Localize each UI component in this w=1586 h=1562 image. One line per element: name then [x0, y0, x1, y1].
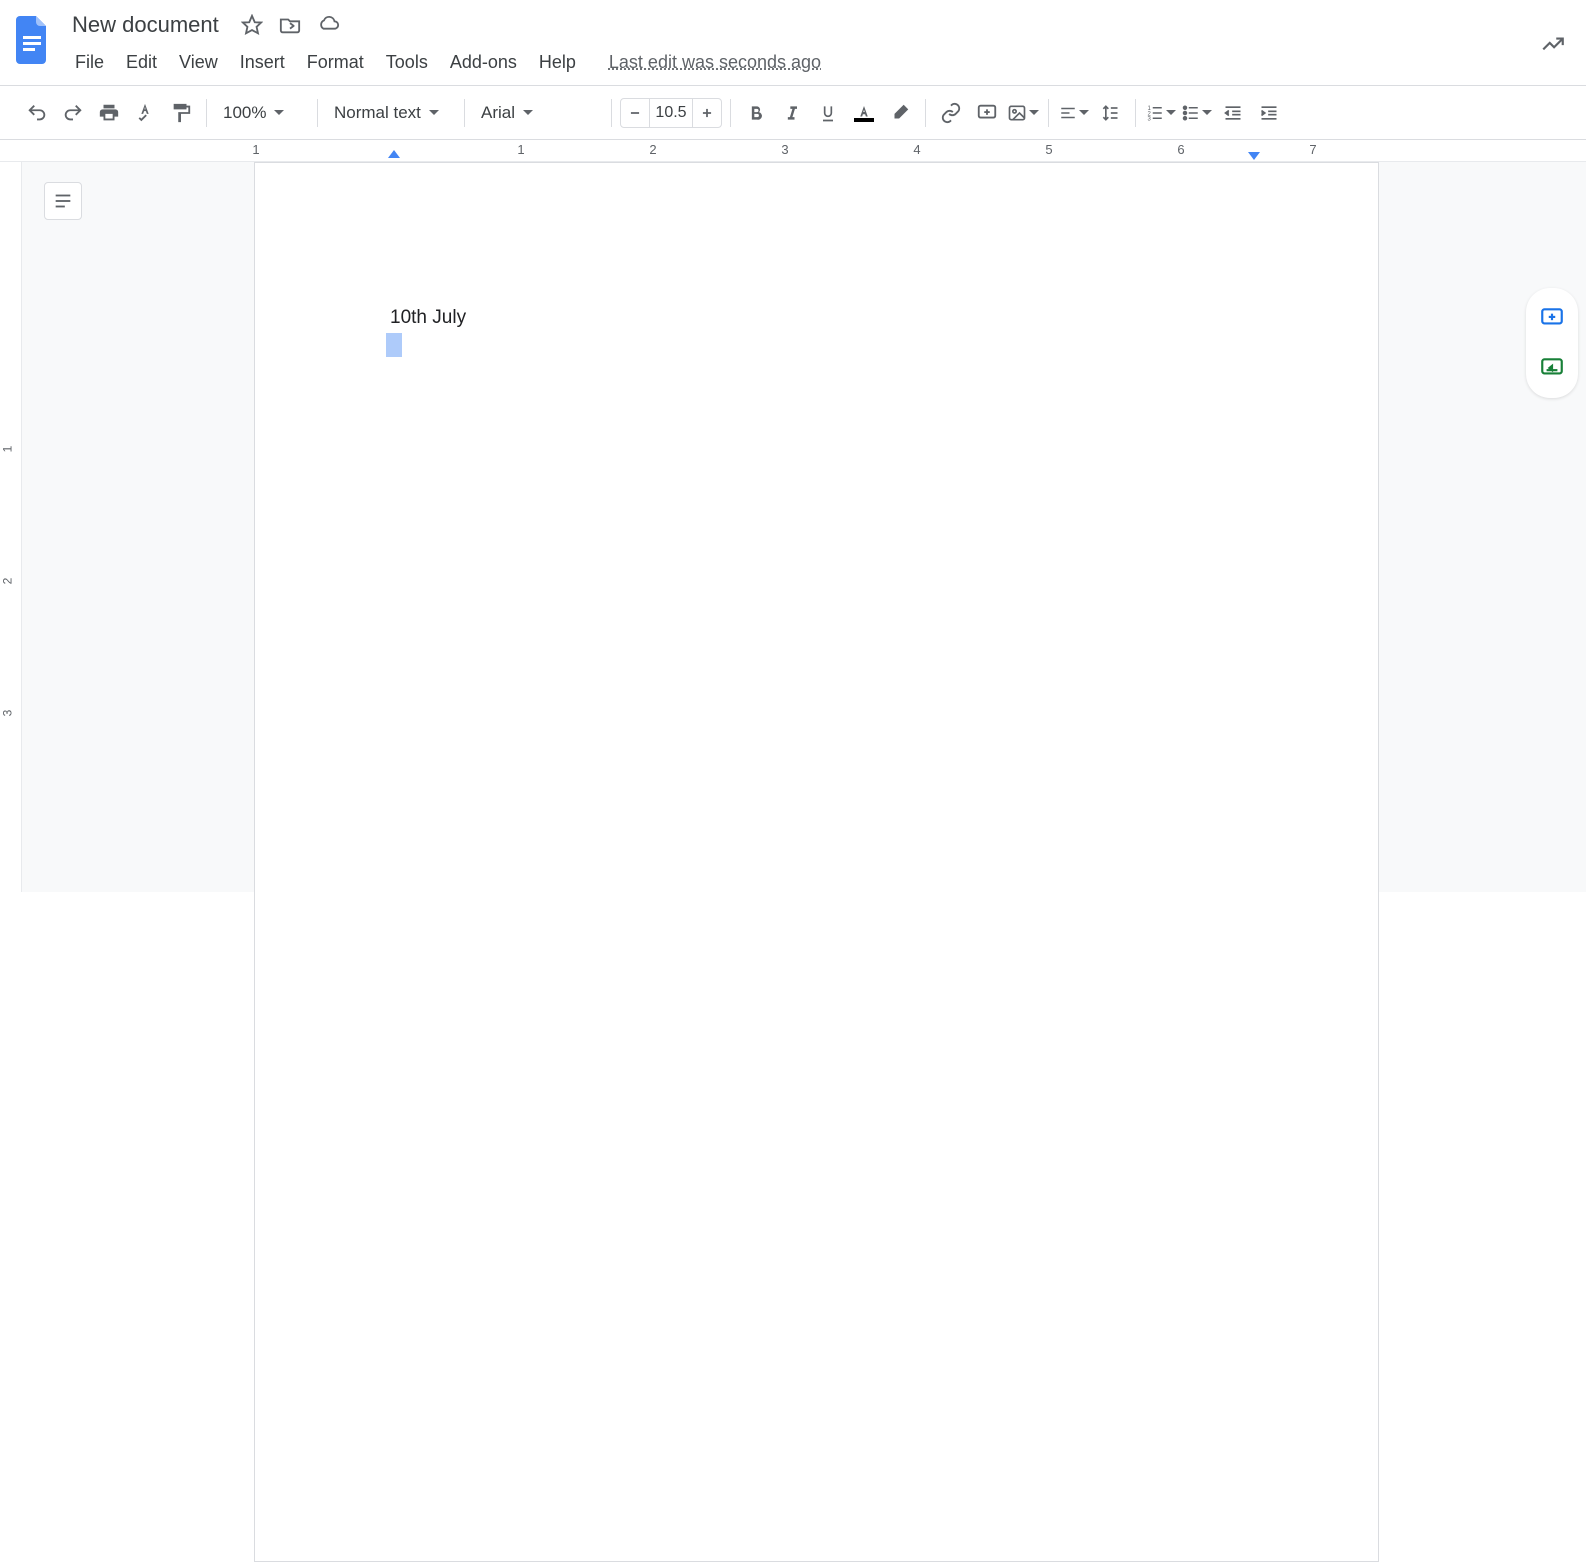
- activity-icon[interactable]: [1532, 23, 1574, 70]
- menu-view[interactable]: View: [170, 48, 227, 77]
- increase-indent-button[interactable]: [1252, 96, 1286, 130]
- zoom-select[interactable]: 100%: [215, 96, 309, 130]
- menu-format[interactable]: Format: [298, 48, 373, 77]
- left-indent-marker[interactable]: [388, 150, 400, 158]
- chevron-down-icon: [1166, 110, 1176, 115]
- ruler-number: 1: [517, 142, 524, 157]
- last-edit-link[interactable]: Last edit was seconds ago: [609, 52, 821, 73]
- text-run: July: [427, 307, 466, 328]
- menu-bar: File Edit View Insert Format Tools Add-o…: [66, 48, 1532, 77]
- toolbar-separator: [206, 99, 207, 127]
- font-size-input[interactable]: [649, 99, 693, 127]
- vertical-ruler[interactable]: 1 2 3: [0, 162, 22, 892]
- text-color-button[interactable]: [847, 96, 881, 130]
- numbered-list-button[interactable]: 123: [1144, 96, 1178, 130]
- add-comment-button[interactable]: [970, 96, 1004, 130]
- text-selection: [386, 333, 402, 357]
- document-page[interactable]: 10th July: [254, 162, 1379, 1562]
- print-button[interactable]: [92, 96, 126, 130]
- bold-button[interactable]: [739, 96, 773, 130]
- ruler-number: 6: [1177, 142, 1184, 157]
- toolbar-separator: [1048, 99, 1049, 127]
- star-icon[interactable]: [241, 14, 263, 36]
- suggest-edits-button[interactable]: [1536, 352, 1568, 384]
- chevron-down-icon: [1029, 110, 1039, 115]
- bulleted-list-button[interactable]: [1180, 96, 1214, 130]
- document-body[interactable]: 10th July: [390, 303, 1243, 364]
- ruler-number: 1: [0, 446, 14, 453]
- title-bar: New document File Edit View Insert Forma…: [0, 0, 1586, 86]
- paragraph-style-select[interactable]: Normal text: [326, 96, 456, 130]
- menu-file[interactable]: File: [66, 48, 113, 77]
- align-button[interactable]: [1057, 96, 1091, 130]
- highlight-button[interactable]: [883, 96, 917, 130]
- ruler-number: 2: [0, 578, 14, 585]
- chevron-down-icon: [274, 110, 284, 115]
- insert-image-button[interactable]: [1006, 96, 1040, 130]
- cloud-status-icon[interactable]: [317, 14, 341, 36]
- style-value: Normal text: [334, 103, 421, 123]
- ruler-number: 5: [1045, 142, 1052, 157]
- add-comment-side-button[interactable]: [1536, 302, 1568, 334]
- menu-edit[interactable]: Edit: [117, 48, 166, 77]
- insert-link-button[interactable]: [934, 96, 968, 130]
- spellcheck-button[interactable]: [128, 96, 162, 130]
- line-spacing-button[interactable]: [1093, 96, 1127, 130]
- menu-addons[interactable]: Add-ons: [441, 48, 526, 77]
- paint-format-button[interactable]: [164, 96, 198, 130]
- text-run: 10: [390, 307, 411, 328]
- ruler-number: 7: [1309, 142, 1316, 157]
- ruler-number: 4: [913, 142, 920, 157]
- title-area: New document File Edit View Insert Forma…: [66, 8, 1532, 77]
- ruler-number: 1: [252, 142, 259, 157]
- side-action-panel: [1526, 288, 1578, 398]
- docs-logo[interactable]: [12, 12, 52, 66]
- move-icon[interactable]: [279, 14, 301, 36]
- font-size-group: [620, 98, 722, 128]
- toolbar: 100% Normal text Arial 123: [0, 86, 1586, 140]
- svg-text:3: 3: [1148, 116, 1152, 122]
- menu-help[interactable]: Help: [530, 48, 585, 77]
- font-select[interactable]: Arial: [473, 96, 603, 130]
- document-outline-button[interactable]: [44, 182, 82, 220]
- undo-button[interactable]: [20, 96, 54, 130]
- toolbar-separator: [317, 99, 318, 127]
- toolbar-separator: [730, 99, 731, 127]
- editor-canvas: 1 2 3 10th July: [0, 162, 1586, 892]
- right-indent-marker[interactable]: [1248, 152, 1260, 160]
- chevron-down-icon: [1202, 110, 1212, 115]
- chevron-down-icon: [429, 110, 439, 115]
- ruler-number: 2: [649, 142, 656, 157]
- chevron-down-icon: [523, 110, 533, 115]
- redo-button[interactable]: [56, 96, 90, 130]
- underline-button[interactable]: [811, 96, 845, 130]
- menu-tools[interactable]: Tools: [377, 48, 437, 77]
- font-size-decrease-button[interactable]: [621, 99, 649, 127]
- toolbar-separator: [611, 99, 612, 127]
- font-value: Arial: [481, 103, 515, 123]
- horizontal-ruler[interactable]: 1 1 2 3 4 5 6 7: [0, 140, 1586, 162]
- zoom-value: 100%: [223, 103, 266, 123]
- document-title[interactable]: New document: [66, 10, 225, 40]
- font-size-increase-button[interactable]: [693, 99, 721, 127]
- ruler-number: 3: [0, 710, 14, 717]
- decrease-indent-button[interactable]: [1216, 96, 1250, 130]
- ruler-number: 3: [781, 142, 788, 157]
- chevron-down-icon: [1079, 110, 1089, 115]
- toolbar-separator: [464, 99, 465, 127]
- toolbar-separator: [1135, 99, 1136, 127]
- toolbar-separator: [925, 99, 926, 127]
- text-run: th: [411, 307, 427, 328]
- menu-insert[interactable]: Insert: [231, 48, 294, 77]
- italic-button[interactable]: [775, 96, 809, 130]
